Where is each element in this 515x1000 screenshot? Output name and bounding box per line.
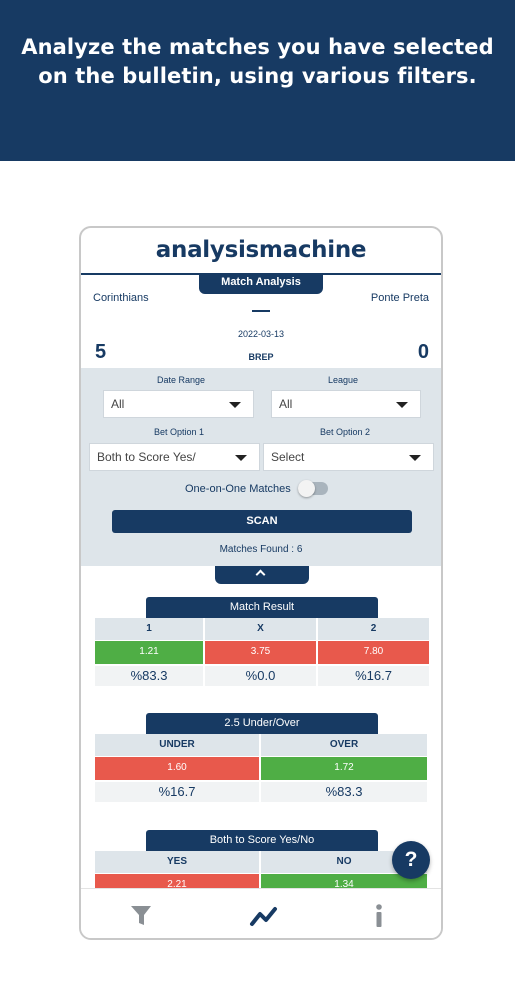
nav-analysis[interactable] — [249, 903, 279, 929]
app-logo: analysismachine — [155, 237, 367, 263]
percent-over: %83.3 — [261, 782, 427, 802]
bottom-nav — [81, 888, 441, 938]
league-label: League — [327, 375, 359, 385]
score-separator — [252, 310, 270, 312]
match-result-title: Match Result — [146, 597, 378, 618]
chevron-up-icon — [255, 569, 266, 580]
header-under: UNDER — [95, 734, 261, 756]
header-over: OVER — [261, 734, 427, 756]
under-over-title: 2.5 Under/Over — [146, 713, 378, 734]
bet-option-1-value: Both to Score Yes/ — [97, 450, 196, 464]
filter-icon — [131, 906, 151, 925]
percent-home-win: %83.3 — [95, 666, 205, 686]
percent-draw: %0.0 — [205, 666, 318, 686]
odds-draw: 3.75 — [205, 641, 318, 664]
chevron-down-icon — [229, 402, 241, 408]
odds-under: 1.60 — [95, 757, 261, 780]
header-home-win: 1 — [95, 618, 205, 640]
collapse-filters-button[interactable] — [215, 566, 309, 584]
date-range-select[interactable]: All — [103, 390, 254, 418]
help-button[interactable]: ? — [392, 841, 430, 879]
bet-option-2-select[interactable]: Select — [263, 443, 434, 471]
header-draw: X — [205, 618, 318, 640]
bet-option-1-label: Bet Option 1 — [153, 427, 205, 437]
under-over-table: UNDER OVER 1.60 1.72 %16.7 %83.3 — [95, 734, 427, 804]
both-to-score-title: Both to Score Yes/No — [146, 830, 378, 851]
away-score: 0 — [417, 341, 429, 363]
both-to-score-odds-row: 2.21 1.34 — [95, 874, 427, 888]
away-team-name: Ponte Preta — [370, 292, 429, 304]
toggle-knob — [298, 480, 315, 497]
percent-under: %16.7 — [95, 782, 261, 802]
bet-option-2-value: Select — [271, 450, 305, 464]
league-code: BREP — [248, 352, 274, 362]
tab-match-analysis[interactable]: Match Analysis — [199, 273, 323, 294]
under-over-odds-row: 1.60 1.72 — [95, 757, 427, 780]
banner-line-2: on the bulletin, using various filters. — [38, 64, 477, 88]
phone-frame: analysismachine Match Analysis Corinthia… — [79, 226, 443, 940]
info-icon — [376, 904, 382, 927]
under-over-percent-row: %16.7 %83.3 — [95, 782, 427, 802]
odds-yes: 2.21 — [95, 874, 261, 888]
chevron-down-icon — [409, 455, 421, 461]
chevron-down-icon — [235, 455, 247, 461]
date-range-value: All — [111, 397, 125, 411]
chart-trend-icon — [250, 907, 277, 926]
league-value: All — [279, 397, 293, 411]
promo-banner: Analyze the matches you have selected on… — [0, 0, 515, 161]
odds-home-win: 1.21 — [95, 641, 205, 664]
matches-found-count: Matches Found : 6 — [219, 544, 303, 555]
match-result-odds-row: 1.21 3.75 7.80 — [95, 641, 429, 664]
banner-line-1: Analyze the matches you have selected — [21, 35, 494, 59]
match-result-header-row: 1 X 2 — [95, 618, 429, 640]
one-on-one-label: One-on-One Matches — [185, 483, 291, 495]
header-away-win: 2 — [318, 618, 429, 640]
header-yes: YES — [95, 851, 261, 873]
odds-away-win: 7.80 — [318, 641, 429, 664]
one-on-one-toggle[interactable] — [298, 480, 328, 497]
match-result-percent-row: %83.3 %0.0 %16.7 — [95, 666, 429, 686]
nav-filter[interactable] — [130, 903, 154, 929]
under-over-header-row: UNDER OVER — [95, 734, 427, 756]
home-score: 5 — [95, 341, 107, 363]
both-to-score-table: YES NO 2.21 1.34 — [95, 851, 427, 888]
home-team-name: Corinthians — [93, 292, 149, 304]
nav-info[interactable] — [371, 903, 387, 929]
bet-option-2-label: Bet Option 2 — [319, 427, 371, 437]
percent-away-win: %16.7 — [318, 666, 429, 686]
bet-option-1-select[interactable]: Both to Score Yes/ — [89, 443, 260, 471]
league-select[interactable]: All — [271, 390, 421, 418]
scan-button[interactable]: SCAN — [112, 510, 412, 533]
both-to-score-header-row: YES NO — [95, 851, 427, 873]
match-date: 2022-03-13 — [237, 329, 285, 339]
chevron-down-icon — [396, 402, 408, 408]
odds-over: 1.72 — [261, 757, 427, 780]
match-result-table: 1 X 2 1.21 3.75 7.80 %83.3 %0.0 %16.7 — [95, 618, 429, 688]
date-range-label: Date Range — [156, 375, 206, 385]
